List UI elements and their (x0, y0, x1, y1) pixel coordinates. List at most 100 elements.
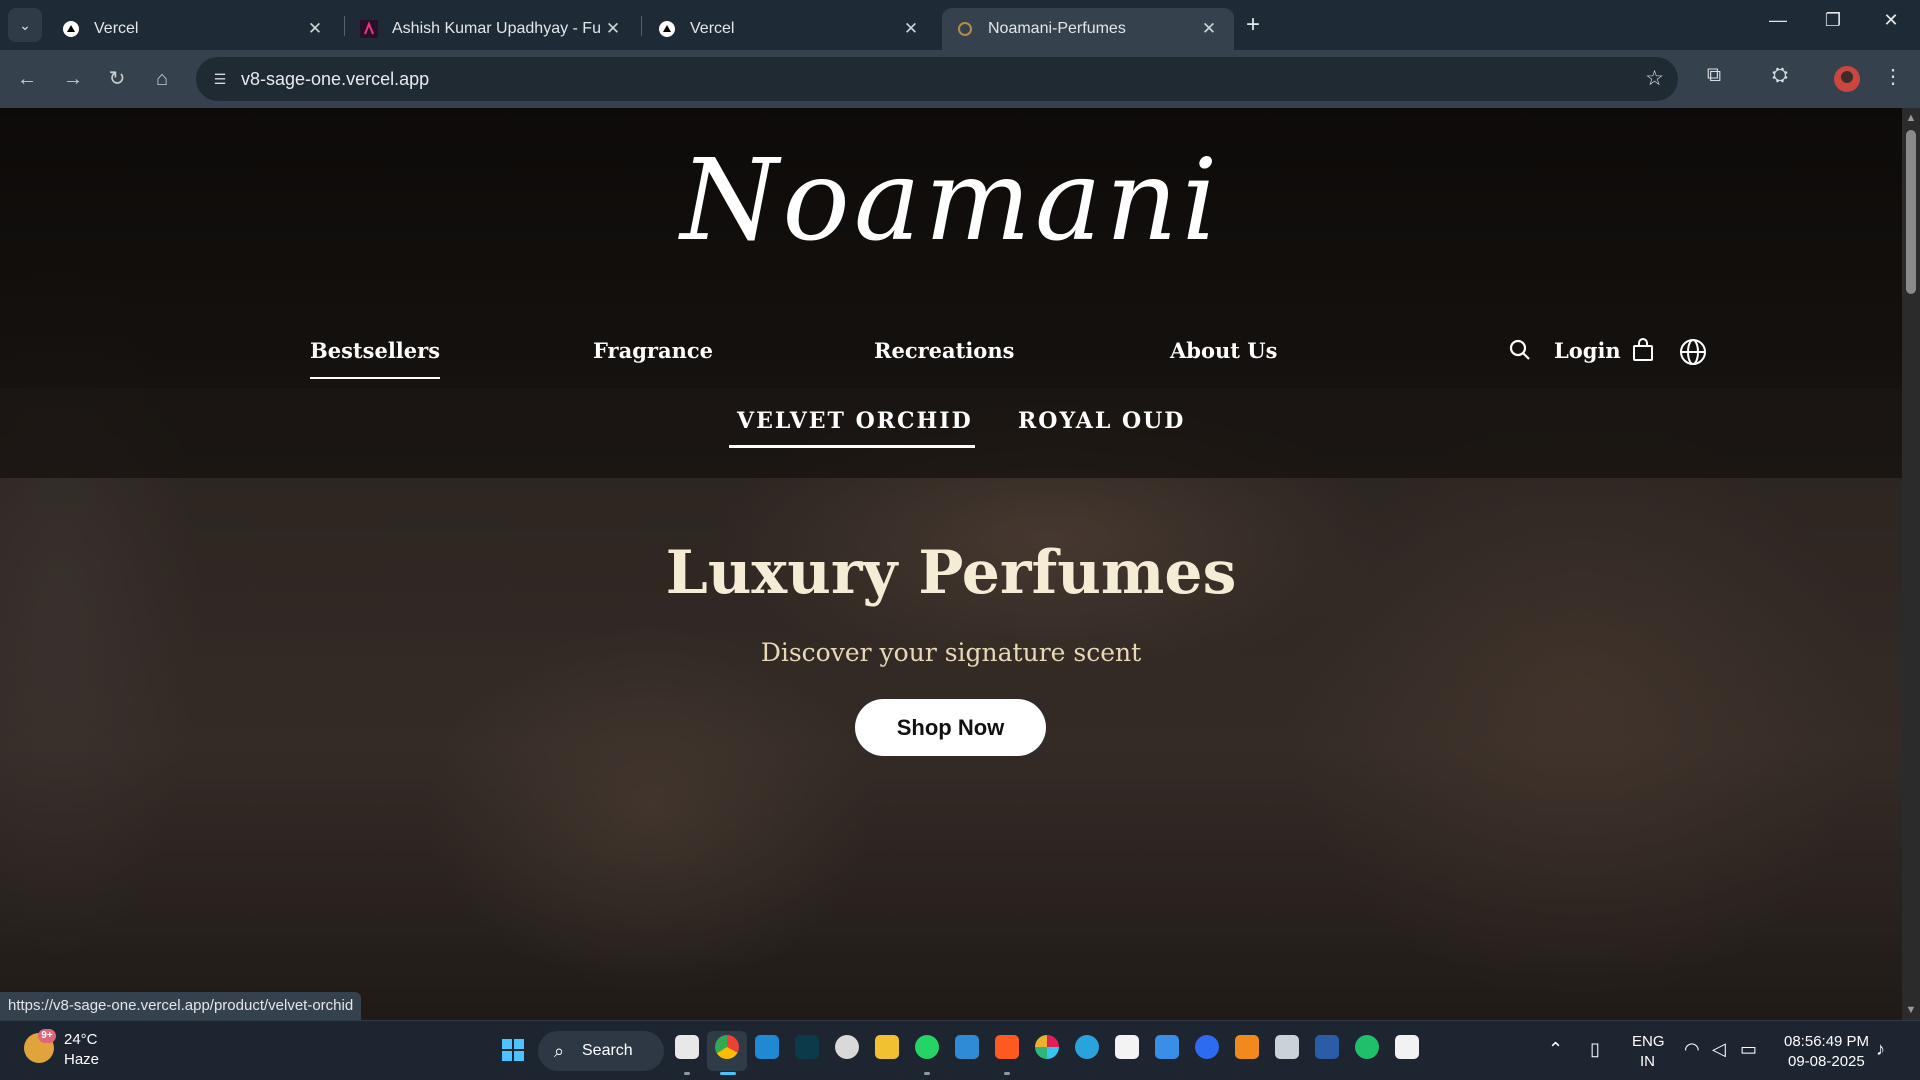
home-icon[interactable]: ⌂ (147, 64, 177, 94)
language-region[interactable]: IN (1640, 1053, 1655, 1070)
clock-time[interactable]: 08:56:49 PM (1784, 1033, 1869, 1050)
tab-title: Vercel (690, 20, 735, 37)
product-subnav: VELVET ORCHID ROYAL OUD (0, 388, 1902, 478)
app-running-indicator (684, 1072, 690, 1075)
terminal-app-icon[interactable] (795, 1035, 819, 1059)
bookmark-star-icon[interactable]: ☆ (1645, 66, 1664, 91)
snipping-tool-icon[interactable] (1115, 1035, 1139, 1059)
brand-logo[interactable]: Noamani (0, 136, 1902, 266)
taskbar-search-label: Search (582, 1042, 633, 1059)
minimize-icon[interactable]: — (1758, 10, 1798, 31)
vscode-app-icon[interactable] (755, 1035, 779, 1059)
weather-temperature[interactable]: 24°C (64, 1031, 98, 1048)
menu-kebab-icon[interactable]: ⋮ (1878, 64, 1908, 89)
recycle-bin-icon[interactable] (1275, 1035, 1299, 1059)
close-window-icon[interactable]: ✕ (1871, 10, 1911, 31)
nav-bestsellers[interactable]: Bestsellers (310, 338, 441, 379)
usb-device-icon[interactable]: ▯ (1590, 1039, 1600, 1060)
notepad-app-icon[interactable] (955, 1035, 979, 1059)
figma-app-icon[interactable] (1395, 1035, 1419, 1059)
nav-fragrance[interactable]: Fragrance (593, 338, 713, 363)
tab-portfolio[interactable]: Ashish Kumar Upadhyay - Full S ✕ (346, 8, 638, 50)
capcut-app-icon[interactable] (675, 1035, 699, 1059)
address-bar[interactable]: ☰ v8-sage-one.vercel.app ☆ (196, 57, 1678, 101)
restore-icon[interactable]: ❐ (1813, 10, 1853, 31)
windows-start-icon[interactable] (502, 1039, 524, 1061)
notification-badge: 9+ (38, 1029, 56, 1043)
subnav-velvet-orchid[interactable]: VELVET ORCHID (729, 408, 975, 448)
app-running-indicator (924, 1072, 930, 1075)
page-scrollbar[interactable]: ▲ ▼ (1902, 108, 1920, 1020)
tab-title: Ashish Kumar Upadhyay - Full S (392, 20, 602, 37)
close-tab-icon[interactable]: ✕ (304, 19, 326, 39)
battery-icon[interactable]: ▭ (1740, 1039, 1757, 1060)
hero-subtitle: Discover your signature scent (760, 638, 1142, 667)
chevron-down-icon: ⌄ (19, 16, 31, 33)
profile-avatar[interactable] (1834, 66, 1860, 92)
tab-title: Noamani-Perfumes (988, 20, 1126, 37)
noamani-logo-icon (956, 20, 974, 38)
browser-toolbar: ← → ↻ ⌂ ☰ v8-sage-one.vercel.app ☆ ⧉ ⛭ ⋮ (0, 50, 1920, 108)
globe-icon[interactable] (1679, 338, 1707, 372)
chevron-up-icon[interactable]: ⌃ (1548, 1039, 1563, 1060)
extensions-icon[interactable]: ⧉ (1699, 64, 1729, 87)
app-running-indicator (1004, 1072, 1010, 1075)
tab-noamani-active[interactable]: Noamani-Perfumes ✕ (942, 8, 1234, 50)
search-icon[interactable] (1508, 338, 1532, 368)
scroll-down-icon[interactable]: ▼ (1905, 1004, 1917, 1016)
microsoft-store-icon[interactable] (1155, 1035, 1179, 1059)
tab-strip: ⌄ Vercel ✕ Ashish Kumar Upadhyay - Full … (0, 0, 1920, 50)
new-tab-button[interactable]: + (1246, 12, 1260, 38)
close-tab-icon[interactable]: ✕ (602, 19, 624, 39)
search-icon: ⌕ (554, 1041, 565, 1061)
windows-taskbar: 9+ 24°C Haze ⌕ Search ⌃ ▯ ENG IN ◠ ◁ ▭ 0… (0, 1020, 1920, 1080)
brave-app-icon[interactable] (995, 1035, 1019, 1059)
hero-title: Luxury Perfumes (665, 538, 1237, 608)
tab-divider (344, 16, 345, 36)
reload-icon[interactable]: ↻ (102, 64, 132, 94)
site-info-icon[interactable]: ☰ (208, 67, 232, 91)
shop-now-button[interactable]: Shop Now (855, 699, 1046, 756)
clock-date[interactable]: 09-08-2025 (1788, 1053, 1865, 1070)
close-tab-icon[interactable]: ✕ (1198, 19, 1220, 39)
telegram-app-icon[interactable] (1075, 1035, 1099, 1059)
shopping-bag-icon[interactable] (1632, 338, 1654, 368)
tab-vercel-2[interactable]: Vercel ✕ (644, 8, 936, 50)
zoom-app-icon[interactable] (1195, 1035, 1219, 1059)
forward-arrow-icon[interactable]: → (58, 64, 88, 94)
chrome-app-icon[interactable] (715, 1035, 739, 1059)
nav-about-us[interactable]: About Us (1170, 338, 1277, 363)
weather-condition[interactable]: Haze (64, 1051, 99, 1068)
notification-bell-icon[interactable]: ♪ (1876, 1039, 1885, 1060)
vlc-app-icon[interactable] (1235, 1035, 1259, 1059)
tab-divider (641, 16, 642, 36)
chatgpt-app-icon[interactable] (835, 1035, 859, 1059)
tab-search-button[interactable]: ⌄ (8, 8, 42, 42)
app-active-indicator (720, 1072, 736, 1075)
nav-recreations[interactable]: Recreations (874, 338, 1014, 363)
subnav-royal-oud[interactable]: ROYAL OUD (1018, 408, 1185, 434)
taskbar-search[interactable]: ⌕ Search (538, 1031, 664, 1071)
vercel-triangle-icon (658, 20, 676, 38)
scroll-up-icon[interactable]: ▲ (1905, 112, 1917, 124)
login-link[interactable]: Login (1554, 338, 1621, 363)
incognito-icon[interactable]: ⛭ (1765, 64, 1795, 87)
mongodb-compass-icon[interactable] (1355, 1035, 1379, 1059)
close-tab-icon[interactable]: ✕ (900, 19, 922, 39)
vercel-triangle-icon (62, 20, 80, 38)
volume-icon[interactable]: ◁ (1712, 1039, 1726, 1060)
back-arrow-icon[interactable]: ← (12, 64, 42, 94)
language-code[interactable]: ENG (1632, 1033, 1665, 1050)
site-header: Noamani Bestsellers Fragrance Recreation… (0, 108, 1902, 388)
url-text[interactable]: v8-sage-one.vercel.app (241, 69, 429, 90)
slack-app-icon[interactable] (1035, 1035, 1059, 1059)
whatsapp-app-icon[interactable] (915, 1035, 939, 1059)
powershell-app-icon[interactable] (1315, 1035, 1339, 1059)
file-explorer-icon[interactable] (875, 1035, 899, 1059)
tab-title: Vercel (94, 20, 139, 37)
page-viewport: Noamani Bestsellers Fragrance Recreation… (0, 108, 1902, 1020)
portfolio-logo-icon (360, 20, 378, 38)
tab-vercel-1[interactable]: Vercel ✕ (48, 8, 340, 50)
scroll-thumb[interactable] (1906, 130, 1916, 294)
wifi-icon[interactable]: ◠ (1684, 1039, 1700, 1060)
